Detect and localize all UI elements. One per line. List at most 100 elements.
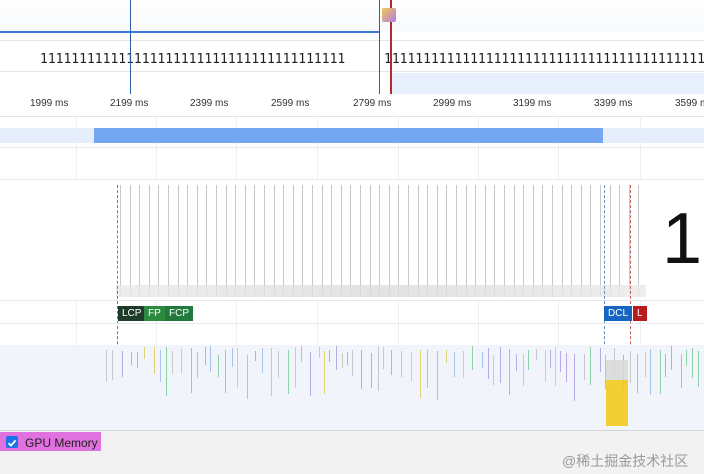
task-stick xyxy=(566,353,567,382)
task-stick xyxy=(237,348,238,388)
frame-line xyxy=(130,185,131,297)
task-stick xyxy=(686,350,687,366)
frame-line xyxy=(475,185,476,297)
task-stick xyxy=(210,346,211,372)
overview-thumbnail-icon xyxy=(382,8,396,22)
network-request-bar[interactable] xyxy=(94,128,603,143)
checkmark-icon xyxy=(7,439,17,447)
task-stick xyxy=(555,347,556,386)
task-stick xyxy=(271,348,272,396)
task-stick xyxy=(637,354,638,393)
task-stick xyxy=(437,351,438,400)
frame-line xyxy=(610,185,611,297)
tick-label: 1999 ms xyxy=(30,98,69,109)
task-stick xyxy=(692,348,693,378)
task-stick xyxy=(660,350,661,394)
frame-line xyxy=(418,185,419,297)
tick-labels: 1999 ms 2199 ms 2399 ms 2599 ms 2799 ms … xyxy=(0,94,704,116)
task-stick xyxy=(154,347,155,374)
load-marker[interactable]: L xyxy=(633,306,647,321)
task-stick xyxy=(255,351,256,361)
frame-line xyxy=(360,185,361,297)
fp-marker[interactable]: FP xyxy=(144,306,165,321)
task-stick xyxy=(197,352,198,378)
frame-line xyxy=(427,185,428,297)
task-stick xyxy=(181,349,182,373)
task-stick xyxy=(383,347,384,369)
frame-line xyxy=(274,185,275,297)
task-stick xyxy=(528,350,529,370)
frame-line xyxy=(638,185,639,297)
long-task-block[interactable] xyxy=(606,360,628,426)
task-stick xyxy=(342,353,343,368)
task-stick xyxy=(131,352,132,365)
frame-line xyxy=(379,185,380,297)
frame-line xyxy=(533,185,534,297)
task-stick xyxy=(488,348,489,379)
tick-label: 2599 ms xyxy=(271,98,310,109)
overview-selection-window[interactable] xyxy=(390,73,704,94)
lcp-marker[interactable]: LCP xyxy=(118,306,146,321)
task-stick xyxy=(218,355,219,377)
task-stick xyxy=(106,350,107,382)
track-divider xyxy=(0,300,704,301)
tick-label: 2399 ms xyxy=(190,98,229,109)
frame-line xyxy=(302,185,303,297)
task-stick xyxy=(665,354,666,377)
frame-line xyxy=(293,185,294,297)
frame-line xyxy=(571,185,572,297)
tick-label: 3199 ms xyxy=(513,98,552,109)
frame-line xyxy=(514,185,515,297)
task-stick xyxy=(225,350,226,393)
frame-line xyxy=(197,185,198,297)
frame-line xyxy=(398,185,399,297)
task-stick xyxy=(550,350,551,368)
task-stick xyxy=(590,347,591,385)
task-stick xyxy=(560,351,561,372)
frame-line xyxy=(446,185,447,297)
frame-line xyxy=(485,185,486,297)
task-stick xyxy=(122,351,123,377)
task-stick xyxy=(310,352,311,396)
task-stick xyxy=(112,350,113,380)
overview-digits-left: 111111111111111111111111111111111111111 xyxy=(40,52,346,67)
task-stick xyxy=(352,350,353,376)
frame-line xyxy=(562,185,563,297)
task-stick xyxy=(516,354,517,371)
frame-line xyxy=(178,185,179,297)
fcp-marker[interactable]: FCP xyxy=(165,306,193,321)
overview-range-handle-left[interactable] xyxy=(379,0,380,94)
task-stick xyxy=(319,347,320,358)
frame-line xyxy=(581,185,582,297)
task-stick xyxy=(361,350,362,389)
frame-line xyxy=(542,185,543,297)
task-stick xyxy=(509,349,510,395)
gpu-memory-checkbox[interactable] xyxy=(6,436,18,448)
frame-line xyxy=(149,185,150,297)
task-stick xyxy=(205,347,206,365)
frame-line xyxy=(331,185,332,297)
task-stick xyxy=(698,351,699,387)
frame-line xyxy=(370,185,371,297)
frame-line xyxy=(350,185,351,297)
task-stick xyxy=(336,346,337,370)
task-stick xyxy=(536,349,537,360)
task-stick xyxy=(493,355,494,385)
dcl-marker[interactable]: DCL xyxy=(604,306,633,321)
frame-line xyxy=(437,185,438,297)
task-stick xyxy=(144,347,145,359)
task-stick xyxy=(681,354,682,388)
frame-line xyxy=(187,185,188,297)
overview-digits-right: 1111111111111111111111111111111111111111… xyxy=(384,52,704,67)
task-stick xyxy=(454,352,455,377)
tick-label: 2999 ms xyxy=(433,98,472,109)
task-stick xyxy=(500,347,501,383)
frame-line xyxy=(456,185,457,297)
overview-network-line xyxy=(0,31,380,33)
track-divider xyxy=(0,323,704,324)
task-stick xyxy=(378,346,379,391)
frame-line xyxy=(206,185,207,297)
task-stick xyxy=(574,354,575,401)
task-stick xyxy=(545,350,546,382)
frame-line xyxy=(226,185,227,297)
